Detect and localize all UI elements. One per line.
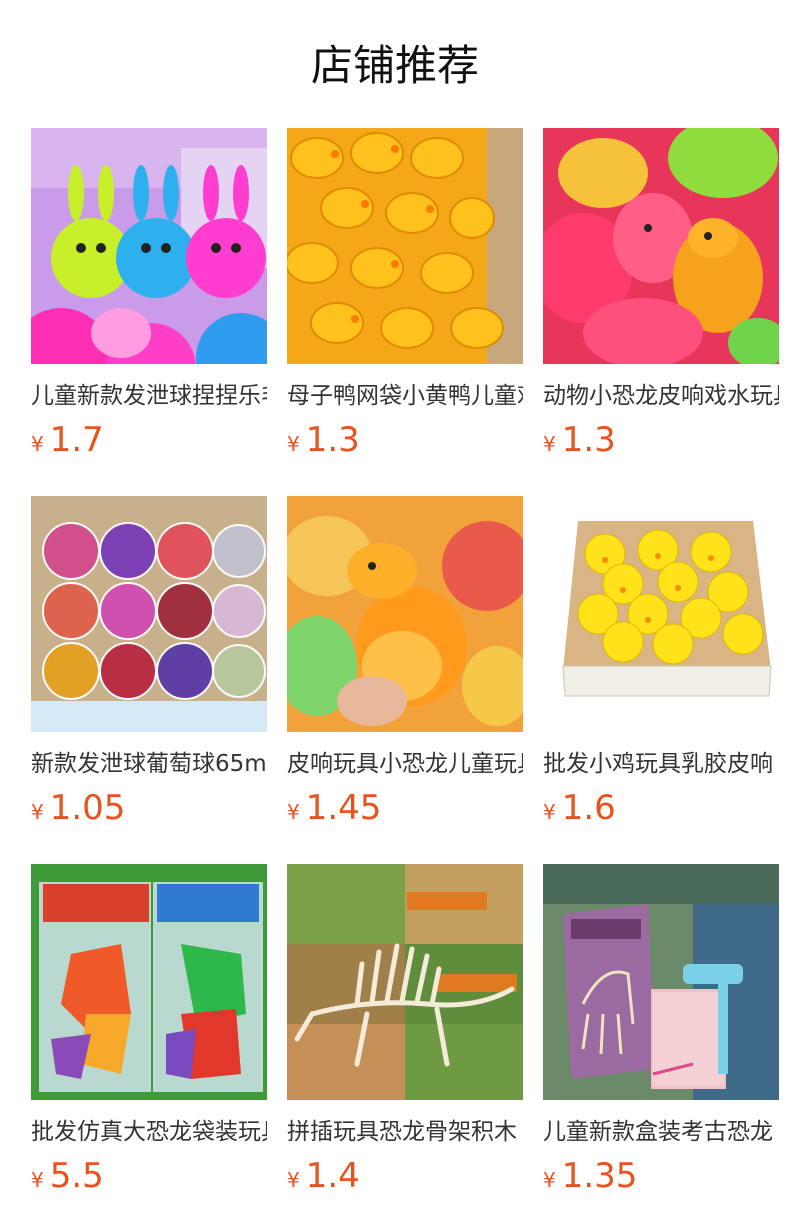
product-price: ¥1.35 bbox=[543, 1152, 779, 1200]
product-price: ¥1.05 bbox=[31, 784, 267, 832]
product-name[interactable]: 批发仿真大恐龙袋装玩具 bbox=[31, 1112, 267, 1152]
currency-symbol: ¥ bbox=[31, 800, 44, 824]
product-image[interactable] bbox=[287, 496, 523, 732]
price-amount: 5.5 bbox=[49, 1156, 104, 1196]
product-card[interactable]: 皮响玩具小恐龙儿童玩具 ¥1.45 bbox=[287, 496, 523, 864]
product-image[interactable] bbox=[31, 864, 267, 1100]
product-name[interactable]: 动物小恐龙皮响戏水玩具 bbox=[543, 376, 779, 416]
page-title: 店铺推荐 bbox=[310, 41, 479, 90]
price-amount: 1.45 bbox=[305, 788, 382, 828]
currency-symbol: ¥ bbox=[31, 432, 44, 456]
product-image[interactable] bbox=[543, 496, 779, 732]
currency-symbol: ¥ bbox=[31, 1168, 44, 1192]
price-amount: 1.05 bbox=[49, 788, 126, 828]
product-image[interactable] bbox=[31, 496, 267, 732]
product-name[interactable]: 拼插玩具恐龙骨架积木 bbox=[287, 1112, 523, 1152]
product-price: ¥1.45 bbox=[287, 784, 523, 832]
product-card[interactable]: 儿童新款发泄球捏捏乐毛毛球 ¥1.7 bbox=[31, 128, 267, 496]
product-image[interactable] bbox=[31, 128, 267, 364]
price-amount: 1.4 bbox=[305, 1156, 360, 1196]
product-name[interactable]: 批发小鸡玩具乳胶皮响 bbox=[543, 744, 779, 784]
price-amount: 1.6 bbox=[561, 788, 616, 828]
product-image[interactable] bbox=[287, 128, 523, 364]
product-price: ¥1.4 bbox=[287, 1152, 523, 1200]
product-price: ¥1.3 bbox=[287, 416, 523, 464]
product-image[interactable] bbox=[287, 864, 523, 1100]
price-amount: 1.7 bbox=[49, 420, 104, 460]
product-name[interactable]: 儿童新款发泄球捏捏乐毛毛球 bbox=[31, 376, 267, 416]
currency-symbol: ¥ bbox=[287, 800, 300, 824]
product-card[interactable]: 拼插玩具恐龙骨架积木 ¥1.4 bbox=[287, 864, 523, 1232]
product-name[interactable]: 儿童新款盒装考古恐龙 bbox=[543, 1112, 779, 1152]
price-amount: 1.35 bbox=[561, 1156, 638, 1196]
product-price: ¥1.3 bbox=[543, 416, 779, 464]
product-price: ¥1.6 bbox=[543, 784, 779, 832]
product-name[interactable]: 新款发泄球葡萄球65mm bbox=[31, 744, 267, 784]
product-image[interactable] bbox=[543, 128, 779, 364]
currency-symbol: ¥ bbox=[287, 432, 300, 456]
product-name[interactable]: 皮响玩具小恐龙儿童玩具 bbox=[287, 744, 523, 784]
product-price: ¥1.7 bbox=[31, 416, 267, 464]
product-name[interactable]: 母子鸭网袋小黄鸭儿童戏水玩具 bbox=[287, 376, 523, 416]
product-card[interactable]: 批发仿真大恐龙袋装玩具 ¥5.5 bbox=[31, 864, 267, 1232]
currency-symbol: ¥ bbox=[543, 432, 556, 456]
product-card[interactable]: 批发小鸡玩具乳胶皮响 ¥1.6 bbox=[543, 496, 779, 864]
product-card[interactable]: 儿童新款盒装考古恐龙 ¥1.35 bbox=[543, 864, 779, 1232]
product-grid: 儿童新款发泄球捏捏乐毛毛球 ¥1.7 bbox=[31, 128, 779, 1232]
product-card[interactable]: 新款发泄球葡萄球65mm ¥1.05 bbox=[31, 496, 267, 864]
product-card[interactable]: 动物小恐龙皮响戏水玩具 ¥1.3 bbox=[543, 128, 779, 496]
currency-symbol: ¥ bbox=[543, 1168, 556, 1192]
product-image[interactable] bbox=[543, 864, 779, 1100]
product-price: ¥5.5 bbox=[31, 1152, 267, 1200]
price-amount: 1.3 bbox=[561, 420, 616, 460]
product-card[interactable]: 母子鸭网袋小黄鸭儿童戏水玩具 ¥1.3 bbox=[287, 128, 523, 496]
currency-symbol: ¥ bbox=[287, 1168, 300, 1192]
currency-symbol: ¥ bbox=[543, 800, 556, 824]
price-amount: 1.3 bbox=[305, 420, 360, 460]
